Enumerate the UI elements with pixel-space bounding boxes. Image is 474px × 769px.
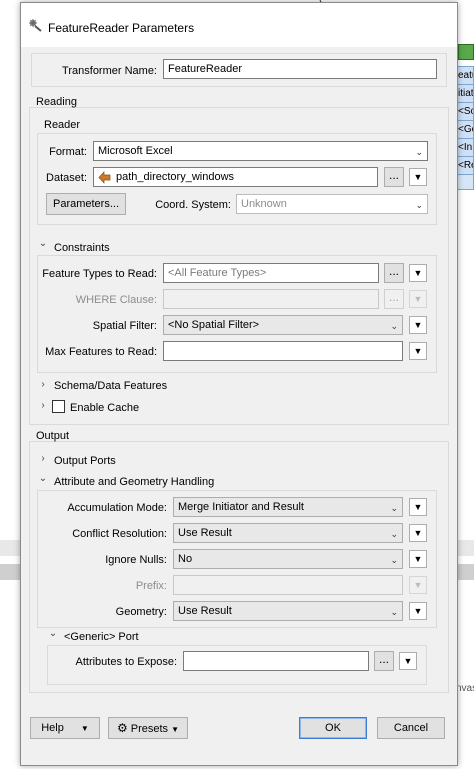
chevron-down-icon: ⌄ bbox=[390, 321, 398, 331]
attributes-to-expose-menu-button[interactable]: ▼ bbox=[399, 652, 417, 670]
node-row: <In bbox=[456, 139, 473, 157]
output-ports-title[interactable]: Output Ports bbox=[54, 454, 116, 468]
accumulation-mode-select[interactable]: Merge Initiator and Result ⌄ bbox=[173, 497, 403, 517]
parameters-button[interactable]: Parameters... bbox=[46, 193, 126, 215]
accumulation-mode-menu-button[interactable]: ▼ bbox=[409, 498, 427, 516]
enable-cache-checkbox[interactable] bbox=[52, 400, 65, 413]
constraints-expand-icon[interactable]: ⌄ bbox=[37, 237, 49, 251]
feature-types-placeholder: <All Feature Types> bbox=[168, 267, 267, 279]
geometry-select[interactable]: Use Result ⌄ bbox=[173, 601, 403, 621]
dropdown-arrow-icon: ▼ bbox=[171, 725, 180, 734]
dialog-title: FeatureReader Parameters bbox=[48, 21, 195, 35]
chevron-down-icon: ⌄ bbox=[390, 555, 398, 565]
coord-system-label: Coord. System: bbox=[155, 199, 231, 211]
conflict-resolution-value: Use Result bbox=[178, 527, 232, 539]
geometry-label: Geometry: bbox=[115, 606, 167, 618]
format-value: Microsoft Excel bbox=[98, 145, 173, 157]
max-features-menu-button[interactable]: ▼ bbox=[409, 342, 427, 360]
feature-types-menu-button[interactable]: ▼ bbox=[409, 264, 427, 282]
presets-button[interactable]: ⚙ Presets ▼ bbox=[108, 717, 188, 739]
dataset-label: Dataset: bbox=[46, 172, 87, 184]
attributes-to-expose-input[interactable] bbox=[183, 651, 369, 671]
attr-geom-expand-icon[interactable]: ⌄ bbox=[37, 472, 49, 486]
transformer-name-label: Transformer Name: bbox=[62, 65, 157, 77]
prefix-menu-button[interactable]: ▼ bbox=[409, 576, 427, 594]
chevron-down-icon: ⌄ bbox=[415, 147, 423, 157]
ignore-nulls-menu-button[interactable]: ▼ bbox=[409, 550, 427, 568]
reader-title: Reader bbox=[44, 119, 81, 131]
help-label: Help bbox=[41, 722, 64, 734]
generic-port-title[interactable]: <Generic> Port bbox=[64, 630, 139, 644]
prefix-input[interactable] bbox=[173, 575, 403, 595]
where-clause-menu-button[interactable]: ▼ bbox=[409, 290, 427, 308]
output-ports-expand-icon[interactable]: › bbox=[37, 452, 49, 466]
enable-cache-label: Enable Cache bbox=[70, 402, 140, 414]
conflict-resolution-label: Conflict Resolution: bbox=[72, 528, 167, 540]
max-features-label: Max Features to Read: bbox=[45, 346, 157, 358]
canvas-panel-tab bbox=[458, 44, 474, 60]
accumulation-mode-value: Merge Initiator and Result bbox=[178, 501, 304, 513]
geometry-value: Use Result bbox=[178, 605, 232, 617]
chevron-down-icon: ⌄ bbox=[390, 529, 398, 539]
accumulation-mode-label: Accumulation Mode: bbox=[67, 502, 167, 514]
feature-reader-dialog: FeatureReader Parameters Transformer Nam… bbox=[20, 2, 458, 766]
dataset-menu-button[interactable]: ▼ bbox=[409, 168, 427, 186]
feature-types-label: Feature Types to Read: bbox=[42, 268, 157, 280]
dataset-input[interactable]: path_directory_windows bbox=[93, 167, 378, 187]
generic-port-expand-icon[interactable]: ⌄ bbox=[47, 627, 59, 641]
node-row: itiat bbox=[456, 85, 473, 103]
feature-types-browse-button[interactable]: ... bbox=[384, 263, 404, 283]
max-features-input[interactable] bbox=[163, 341, 403, 361]
format-label: Format: bbox=[49, 146, 87, 158]
spatial-filter-select[interactable]: <No Spatial Filter> ⌄ bbox=[163, 315, 403, 335]
cancel-button[interactable]: Cancel bbox=[377, 717, 445, 739]
conflict-resolution-menu-button[interactable]: ▼ bbox=[409, 524, 427, 542]
schema-data-features-title[interactable]: Schema/Data Features bbox=[54, 379, 167, 393]
dataset-arrow-icon bbox=[98, 171, 111, 184]
constraints-title[interactable]: Constraints bbox=[54, 241, 110, 255]
help-button[interactable]: Help ▼ bbox=[30, 717, 100, 739]
chevron-down-icon: ⌄ bbox=[390, 607, 398, 617]
prefix-label: Prefix: bbox=[135, 580, 167, 592]
ok-button[interactable]: OK bbox=[299, 717, 367, 739]
attributes-to-expose-label: Attributes to Expose: bbox=[75, 656, 178, 668]
node-row: <Ge bbox=[456, 121, 473, 139]
dropdown-arrow-icon: ▼ bbox=[80, 724, 89, 733]
node-row: <Re bbox=[456, 157, 473, 175]
ignore-nulls-label: Ignore Nulls: bbox=[105, 554, 167, 566]
format-select[interactable]: Microsoft Excel ⌄ bbox=[93, 141, 428, 161]
ignore-nulls-value: No bbox=[178, 553, 193, 565]
coord-system-value: Unknown bbox=[241, 198, 287, 210]
spatial-filter-value: <No Spatial Filter> bbox=[168, 319, 260, 331]
attributes-to-expose-browse-button[interactable]: ... bbox=[374, 651, 394, 671]
node-row: <Sc bbox=[456, 103, 473, 121]
presets-label: Presets bbox=[130, 723, 169, 735]
cache-expand-icon[interactable]: › bbox=[37, 399, 49, 413]
coord-system-select[interactable]: Unknown ⌄ bbox=[236, 194, 428, 214]
transformer-name-input[interactable]: FeatureReader bbox=[163, 59, 437, 79]
feature-reader-icon bbox=[29, 19, 42, 32]
spatial-filter-menu-button[interactable]: ▼ bbox=[409, 316, 427, 334]
chevron-down-icon: ⌄ bbox=[415, 200, 423, 210]
conflict-resolution-select[interactable]: Use Result ⌄ bbox=[173, 523, 403, 543]
attr-geom-title[interactable]: Attribute and Geometry Handling bbox=[54, 475, 214, 489]
feature-types-input[interactable]: <All Feature Types> bbox=[163, 263, 379, 283]
output-title: Output bbox=[36, 430, 70, 442]
reading-title: Reading bbox=[36, 96, 77, 108]
gear-icon: ⚙ bbox=[116, 721, 128, 735]
canvas-label: nvas bbox=[456, 683, 474, 694]
close-button[interactable] bbox=[427, 16, 453, 38]
spatial-filter-label: Spatial Filter: bbox=[92, 320, 157, 332]
ignore-nulls-select[interactable]: No ⌄ bbox=[173, 549, 403, 569]
where-clause-browse-button[interactable]: ... bbox=[384, 289, 404, 309]
where-clause-label: WHERE Clause: bbox=[75, 294, 157, 306]
geometry-menu-button[interactable]: ▼ bbox=[409, 602, 427, 620]
dataset-browse-button[interactable]: ... bbox=[384, 167, 404, 187]
node-row: eatu bbox=[456, 67, 473, 85]
chevron-down-icon: ⌄ bbox=[390, 503, 398, 513]
dataset-value: path_directory_windows bbox=[116, 171, 235, 183]
schema-expand-icon[interactable]: › bbox=[37, 378, 49, 392]
where-clause-input[interactable] bbox=[163, 289, 379, 309]
